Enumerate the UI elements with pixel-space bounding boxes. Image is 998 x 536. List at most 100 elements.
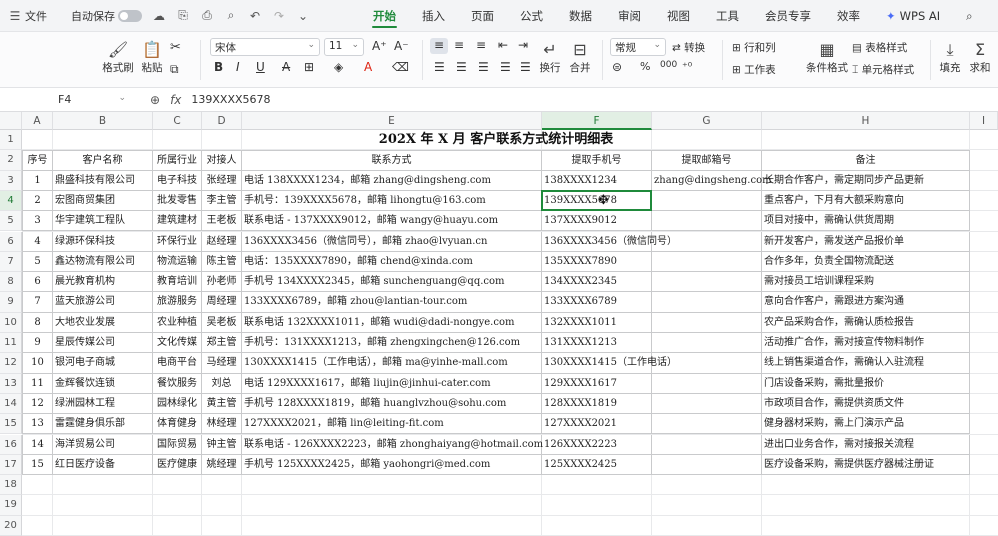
table-cell[interactable]: 135XXXX7890 — [542, 251, 652, 273]
font-name-select[interactable]: 宋体 ⌄ — [210, 38, 320, 56]
table-cell[interactable]: 进出口业务合作，需对接报关流程 — [762, 434, 970, 455]
table-cell[interactable]: 健身器材采购，需上门演示产品 — [762, 414, 970, 435]
table-cell[interactable]: 电子科技 — [153, 170, 202, 191]
table-cell[interactable]: 联系电话 132XXXX1011，邮箱 wudi@dadi-nongye.com — [242, 312, 542, 333]
table-cell[interactable]: 5 — [22, 251, 53, 273]
table-cell[interactable]: 6 — [22, 272, 53, 293]
table-cell[interactable]: 手机号 128XXXX1819，邮箱 huanglvzhou@sohu.com — [242, 393, 542, 415]
distribute-icon[interactable]: ☰ — [520, 60, 531, 74]
table-cell[interactable]: 钟主管 — [202, 434, 242, 455]
tab-view[interactable]: 视图 — [654, 0, 703, 32]
header-cell[interactable]: 备注 — [762, 150, 970, 171]
table-cell[interactable]: 电话 138XXXX1234，邮箱 zhang@dingsheng.com — [242, 170, 542, 191]
table-cell[interactable]: 132XXXX1011 — [542, 312, 652, 333]
header-cell[interactable]: 提取手机号 — [542, 150, 652, 171]
table-cell[interactable]: 陈主管 — [202, 251, 242, 273]
thousands-button[interactable]: 000 — [660, 60, 677, 70]
wps-ai-button[interactable]: ✦ WPS AI — [873, 0, 953, 32]
font-size-select[interactable]: 11 ⌄ — [324, 38, 364, 56]
table-cell[interactable]: 雷霆健身俱乐部 — [53, 414, 153, 435]
table-cell[interactable]: 129XXXX1617 — [542, 373, 652, 394]
table-cell[interactable]: 教育培训 — [153, 272, 202, 293]
print-icon[interactable]: ⎙ — [200, 8, 214, 23]
tab-review[interactable]: 审阅 — [605, 0, 654, 32]
header-cell[interactable]: 联系方式 — [242, 150, 542, 171]
name-box[interactable]: F4 ⌄ — [4, 90, 132, 110]
table-cell[interactable]: 合作多年，负责全国物流配送 — [762, 251, 970, 273]
row-header-3[interactable]: 3 — [0, 170, 22, 191]
print-preview-icon[interactable]: ⌕ — [224, 8, 238, 23]
row-header-9[interactable]: 9 — [0, 292, 22, 313]
table-cell[interactable]: 联系电话 - 137XXXX9012，邮箱 wangy@huayu.com — [242, 211, 542, 232]
tab-page[interactable]: 页面 — [458, 0, 507, 32]
column-header-d[interactable]: D — [202, 112, 242, 130]
row-header-4[interactable]: 4 — [0, 190, 22, 212]
header-cell[interactable]: 序号 — [22, 150, 53, 171]
header-cell[interactable]: 所属行业 — [153, 150, 202, 171]
table-cell[interactable]: 园林绿化 — [153, 393, 202, 415]
table-cell[interactable]: 长期合作客户，需定期同步产品更新 — [762, 170, 970, 191]
column-header-b[interactable]: B — [53, 112, 153, 130]
table-cell[interactable]: 餐饮服务 — [153, 373, 202, 394]
table-cell[interactable]: 136XXXX3456（微信同号） — [542, 231, 677, 252]
percent-button[interactable]: % — [640, 60, 650, 73]
align-bottom-icon[interactable]: ≡ — [476, 38, 486, 52]
table-cell[interactable] — [652, 454, 762, 476]
table-cell[interactable]: 7 — [22, 292, 53, 313]
table-cell[interactable] — [652, 211, 762, 232]
table-cell[interactable]: 125XXXX2425 — [542, 454, 652, 476]
table-cell[interactable]: 重点客户，下月有大额采购意向 — [762, 190, 970, 212]
table-cell[interactable]: 128XXXX1819 — [542, 393, 652, 415]
worksheet-button[interactable]: ⊞ 工作表 — [732, 62, 776, 77]
search-button[interactable]: ⌕ — [953, 0, 985, 32]
table-cell[interactable]: 马经理 — [202, 353, 242, 374]
table-cell[interactable]: 张经理 — [202, 170, 242, 191]
table-cell[interactable]: 9 — [22, 333, 53, 354]
header-cell[interactable]: 对接人 — [202, 150, 242, 171]
table-cell[interactable] — [652, 373, 762, 394]
table-cell[interactable]: 国际贸易 — [153, 434, 202, 455]
table-cell[interactable]: 批发零售 — [153, 190, 202, 212]
table-cell[interactable]: 星辰传媒公司 — [53, 333, 153, 354]
table-cell[interactable]: 活动推广合作，需对接宣传物料制作 — [762, 333, 970, 354]
table-cell[interactable] — [652, 414, 762, 435]
indent-right-icon[interactable]: ⇥ — [518, 38, 528, 52]
spreadsheet-grid[interactable]: A B C D E F G H I 1 2 3 4 5 6 7 8 9 10 11 12 13 14 15 16 17 18 19 20… — [0, 112, 998, 536]
font-grow-icon[interactable]: A⁺ — [372, 39, 387, 53]
table-cell[interactable]: 建筑建材 — [153, 211, 202, 232]
toggle-switch-icon[interactable] — [118, 9, 142, 22]
table-cell[interactable] — [652, 353, 762, 374]
table-cell[interactable]: 农产品采购合作，需确认质检报告 — [762, 312, 970, 333]
font-shrink-icon[interactable]: A⁻ — [394, 39, 409, 53]
table-cell[interactable]: 127XXXX2021，邮箱 lin@leiting-fit.com — [242, 414, 542, 435]
zoom-icon[interactable]: ⊕ — [150, 93, 160, 107]
justify-icon[interactable]: ☰ — [500, 60, 511, 74]
convert-button[interactable]: ⇄ 转换 — [672, 40, 705, 55]
chevron-down-icon[interactable]: ⌄ — [296, 9, 310, 23]
table-cell[interactable]: 13 — [22, 414, 53, 435]
fill-color-icon[interactable]: ◈ — [334, 60, 343, 74]
table-cell[interactable] — [652, 231, 762, 252]
number-format-select[interactable]: 常规 ⌄ — [610, 38, 666, 56]
table-cell[interactable]: 周经理 — [202, 292, 242, 313]
table-cell[interactable]: 127XXXX2021 — [542, 414, 652, 435]
table-cell[interactable]: 刘总 — [202, 373, 242, 394]
table-cell[interactable]: 线上销售渠道合作，需确认入驻流程 — [762, 353, 970, 374]
table-cell[interactable]: 市政项目合作，需提供资质文件 — [762, 393, 970, 415]
row-header-8[interactable]: 8 — [0, 272, 22, 293]
table-cell[interactable]: 133XXXX6789 — [542, 292, 652, 313]
table-cell[interactable]: 电商平台 — [153, 353, 202, 374]
table-cell[interactable]: 银河电子商城 — [53, 353, 153, 374]
row-header-11[interactable]: 11 — [0, 333, 22, 354]
table-cell[interactable]: 金辉餐饮连锁 — [53, 373, 153, 394]
table-cell[interactable]: 126XXXX2223 — [542, 434, 652, 455]
table-cell[interactable]: 姚经理 — [202, 454, 242, 476]
table-cell[interactable]: 旅游服务 — [153, 292, 202, 313]
table-cell[interactable] — [652, 251, 762, 273]
table-cell[interactable]: 联系电话 - 126XXXX2223，邮箱 zhonghaiyang@hotma… — [242, 434, 543, 455]
row-header-12[interactable]: 12 — [0, 353, 22, 374]
table-cell[interactable]: 14 — [22, 434, 53, 455]
indent-left-icon[interactable]: ⇤ — [498, 38, 508, 52]
table-cell[interactable] — [652, 333, 762, 354]
table-cell[interactable]: 手机号 134XXXX2345，邮箱 sunchenguang@qq.com — [242, 272, 542, 293]
